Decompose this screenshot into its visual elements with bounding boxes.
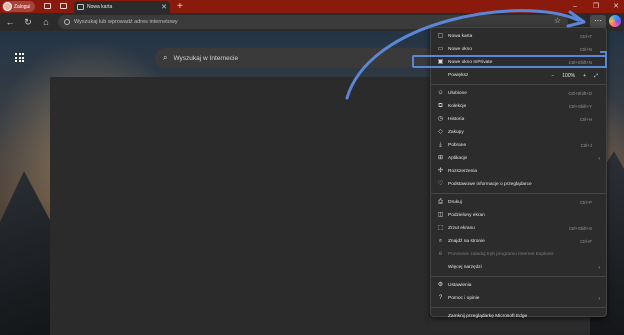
extensions-icon: ✣ [437, 168, 444, 174]
avatar [3, 2, 12, 11]
content-panel [50, 77, 430, 335]
app-launcher-icon[interactable] [15, 53, 24, 62]
menu-item-new-tab[interactable]: ▢ Nowa karta Ctrl+T [431, 30, 606, 43]
menu-item-split-screen[interactable]: ◫ Podzielony ekran [431, 209, 606, 222]
profile-label: Zalogui [14, 3, 31, 10]
menu-divider [431, 84, 606, 85]
menu-item-screenshot[interactable]: ⬚ Zrzut ekranu Ctrl+Shift+S [431, 222, 606, 235]
menu-item-close-edge[interactable]: Zamknij przeglądarkę Microsoft Edge [431, 310, 606, 323]
collections-icon: ⧉ [438, 103, 443, 109]
menu-divider [431, 276, 606, 277]
zoom-in-icon[interactable]: + [583, 73, 586, 79]
tab-favicon-icon [77, 4, 84, 10]
tab-new-tab[interactable]: Nowa karta ✕ [74, 1, 170, 13]
menu-item-apps[interactable]: ⊞ Aplikacje › [431, 152, 606, 165]
favorite-star-icon[interactable]: ☆ [554, 16, 561, 25]
menu-item-ie-mode: e Ponownie załaduj tryb programu Internet… [438, 251, 554, 257]
menu-item-find-on-page[interactable]: ⌕ Znajdź na stronie Ctrl+F [431, 235, 606, 248]
settings-icon: ⚙ [437, 282, 444, 288]
menu-item-zoom: Powiększ −100% + ⤢ [448, 72, 598, 79]
minimize-icon[interactable]: – [568, 0, 582, 13]
fullscreen-icon[interactable]: ⤢ [594, 73, 598, 79]
apps-icon: ⊞ [437, 155, 444, 161]
zoom-out-icon[interactable]: − [551, 73, 554, 79]
workspaces-icon[interactable] [44, 3, 51, 9]
ie-mode-icon: e [438, 251, 443, 257]
new-window-icon: ▭ [437, 46, 444, 52]
menu-item-shopping[interactable]: ◇ Zakupy [431, 126, 606, 139]
title-bar: Zalogui Nowa karta ✕ + – ❐ ✕ [0, 0, 624, 13]
tab-actions-icon[interactable] [60, 3, 67, 9]
settings-menu: ▢ Nowa karta Ctrl+T ▭ Nowe okno Ctrl+N ▣ Nowe… [430, 27, 607, 319]
chevron-right-icon: › [598, 264, 600, 271]
favorites-icon: ✩ [437, 90, 444, 96]
split-screen-icon: ◫ [437, 212, 444, 218]
menu-item-print[interactable]: ⎙ Drukuj Ctrl+P [431, 196, 606, 209]
refresh-icon[interactable]: ↻ [21, 13, 35, 31]
home-icon[interactable]: ⌂ [39, 13, 53, 31]
screenshot-icon: ⬚ [437, 225, 444, 231]
menu-item-history[interactable]: ◷ Historia Ctrl+H [431, 113, 606, 126]
address-input[interactable] [74, 19, 534, 25]
history-icon: ◷ [437, 116, 444, 122]
menu-divider [431, 193, 606, 194]
copilot-icon[interactable] [609, 15, 621, 27]
chevron-right-icon: › [598, 295, 600, 302]
menu-item-collections[interactable]: ⧉ Kolekcje Ctrl+Shift+Y [431, 100, 606, 113]
highlight-frame [412, 55, 607, 68]
new-tab-button[interactable]: + [177, 0, 183, 13]
shopping-icon: ◇ [438, 129, 443, 135]
downloads-icon: ⤓ [439, 142, 442, 148]
tab-title: Nowa karta [87, 4, 113, 10]
print-icon: ⎙ [438, 199, 443, 205]
menu-item-extensions[interactable]: ✣ Rozszerzenia [431, 165, 606, 178]
web-search-box[interactable]: ⌕ Wyszukaj w Internecie [155, 48, 435, 68]
menu-item-more-tools[interactable]: Więcej narzędzi › [431, 261, 606, 274]
zoom-value: 100% [562, 72, 576, 79]
maximize-icon[interactable]: ❐ [589, 0, 603, 13]
new-tab-icon: ▢ [437, 33, 444, 39]
profile-button[interactable]: Zalogui [2, 1, 35, 12]
chevron-right-icon: › [598, 155, 600, 162]
menu-item-downloads[interactable]: ⤓ Pobrane Ctrl+J [431, 139, 606, 152]
find-icon: ⌕ [438, 238, 443, 244]
search-placeholder: Wyszukaj w Internecie [173, 54, 239, 62]
menu-item-settings[interactable]: ⚙ Ustawienia [431, 279, 606, 292]
menu-item-favorites[interactable]: ✩ Ulubione Ctrl+Shift+O [431, 87, 606, 100]
search-icon: ⌕ [163, 53, 168, 62]
close-tab-icon[interactable]: ✕ [161, 4, 167, 11]
menu-item-browser-essentials[interactable]: ♡ Podstawowe informacje o przeglądarce [431, 178, 606, 191]
help-icon: ? [438, 295, 443, 301]
menu-item-help-feedback[interactable]: ? Pomoc i opinie › [431, 292, 606, 305]
back-icon[interactable]: ← [3, 13, 17, 31]
close-window-icon[interactable]: ✕ [609, 0, 623, 13]
search-icon [64, 19, 70, 25]
menu-divider [431, 307, 606, 308]
browser-essentials-icon: ♡ [437, 181, 444, 187]
